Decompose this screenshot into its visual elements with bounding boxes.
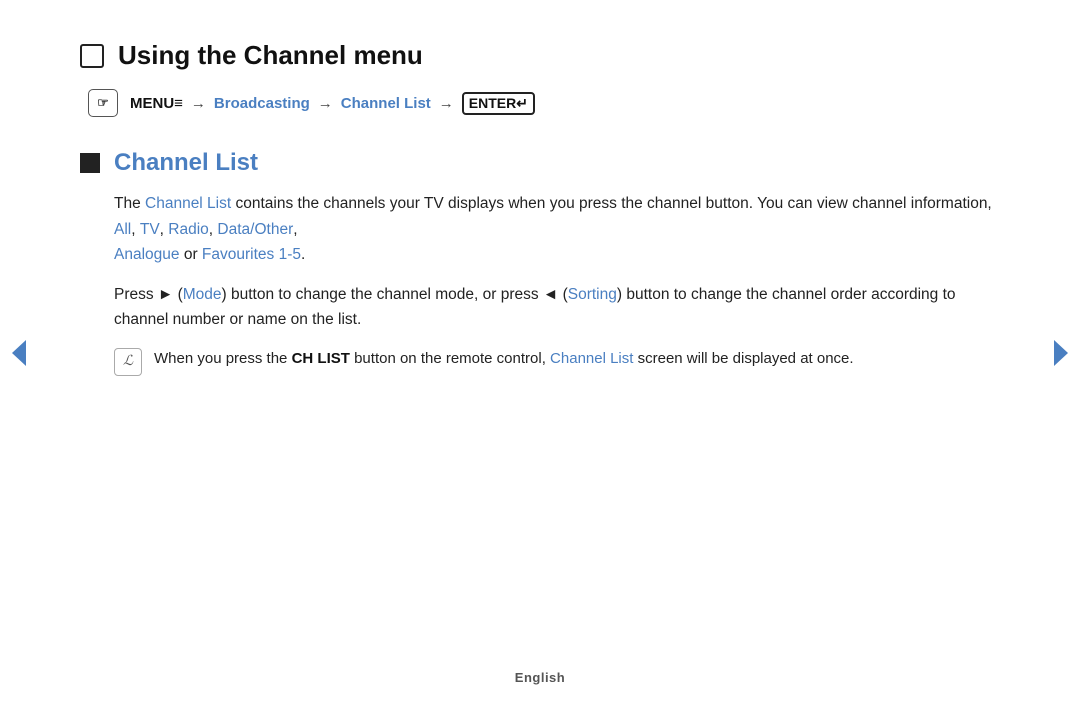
note-end: screen will be displayed at once. bbox=[633, 350, 853, 367]
broadcasting-link: Broadcasting bbox=[214, 95, 310, 112]
channel-list-heading: Channel List bbox=[114, 149, 258, 177]
body-paragraph-1: The Channel List contains the channels y… bbox=[114, 191, 1000, 268]
favourites-link: Favourites 1-5 bbox=[202, 246, 301, 263]
sorting-link: Sorting bbox=[568, 286, 617, 303]
enter-icon: ENTER↵ bbox=[462, 92, 535, 115]
body-paragraph-2: Press ► (Mode) button to change the chan… bbox=[114, 282, 1000, 333]
dataother-link: Data/Other bbox=[217, 221, 293, 238]
page-footer: English bbox=[515, 670, 565, 685]
menu-path-row: ☞ MENU≡ → Broadcasting → Channel List → … bbox=[88, 89, 1000, 117]
note-pre: When you press the bbox=[154, 350, 292, 367]
period1: . bbox=[301, 246, 305, 263]
checkbox-icon bbox=[80, 44, 104, 68]
comma2: , bbox=[160, 221, 169, 238]
comma1: , bbox=[131, 221, 140, 238]
section-title: Using the Channel menu bbox=[118, 40, 423, 71]
channel-list-inline-link: Channel List bbox=[145, 195, 231, 212]
menu-icon: ☞ bbox=[88, 89, 118, 117]
analogue-link: Analogue bbox=[114, 246, 180, 263]
mode-link: Mode bbox=[183, 286, 222, 303]
note-icon: ℒ bbox=[114, 348, 142, 376]
or-text: or bbox=[180, 246, 202, 263]
radio-link: Radio bbox=[168, 221, 209, 238]
body1-pre: The bbox=[114, 195, 145, 212]
channel-list-note-link: Channel List bbox=[550, 350, 633, 367]
note-post: button on the remote control, bbox=[350, 350, 550, 367]
arrow1: → bbox=[191, 95, 206, 112]
note-text: When you press the CH LIST button on the… bbox=[154, 347, 854, 372]
comma4: , bbox=[293, 221, 297, 238]
menu-label: MENU≡ bbox=[130, 95, 183, 112]
all-link: All bbox=[114, 221, 131, 238]
section-title-row: Using the Channel menu bbox=[80, 40, 1000, 71]
black-square-icon bbox=[80, 153, 100, 173]
note-row: ℒ When you press the CH LIST button on t… bbox=[114, 347, 1000, 376]
channel-list-section: Channel List bbox=[80, 149, 1000, 177]
arrow2: → bbox=[318, 95, 333, 112]
body1-post: contains the channels your TV displays w… bbox=[231, 195, 992, 212]
body2-mid1: ) button to change the channel mode, or … bbox=[222, 286, 568, 303]
channel-list-link: Channel List bbox=[341, 95, 431, 112]
tv-link: TV bbox=[140, 221, 160, 238]
ch-list-bold: CH LIST bbox=[292, 350, 350, 367]
body2-pre: Press ► ( bbox=[114, 286, 183, 303]
arrow3: → bbox=[439, 95, 454, 112]
